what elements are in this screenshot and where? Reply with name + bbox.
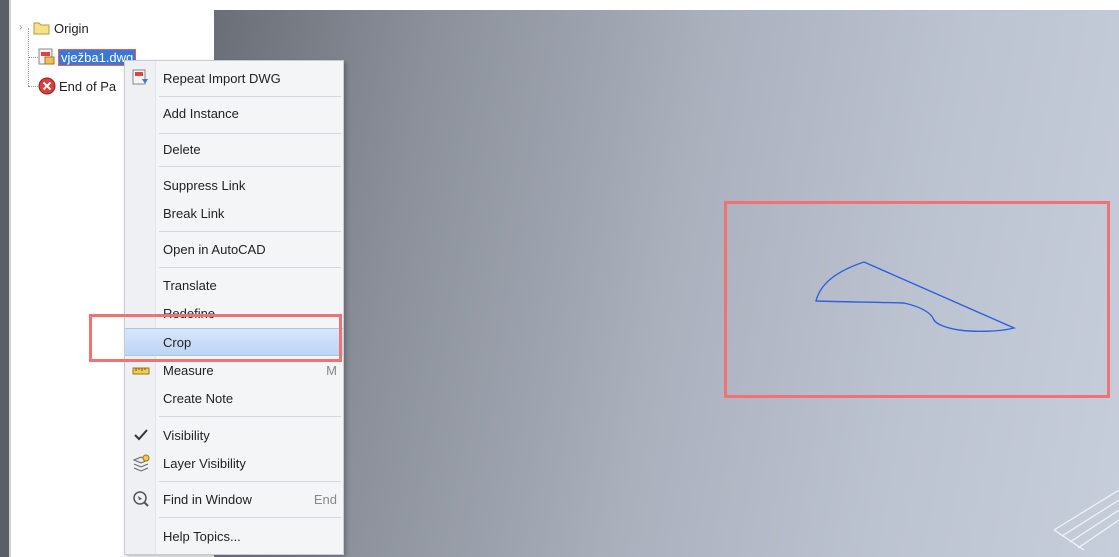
menu-item-label: Translate [163, 277, 217, 293]
menu-item-measure[interactable]: Measure M [125, 357, 343, 383]
menu-item-redefine[interactable]: Redefine [125, 300, 343, 326]
menu-item-shortcut: End [313, 491, 337, 507]
tree-item-origin[interactable]: › Origin [11, 18, 89, 38]
tree-item-label: Origin [54, 20, 89, 36]
menu-item-label: Redefine [163, 305, 216, 321]
menu-separator [159, 96, 341, 97]
menu-item-label: Visibility [163, 427, 210, 443]
graphics-viewport[interactable] [214, 10, 1119, 557]
end-of-part-icon [38, 77, 56, 95]
checkmark-icon [132, 426, 150, 444]
menu-item-label: Suppress Link [163, 177, 246, 193]
viewport-top-border [214, 0, 1119, 10]
menu-item-create-note[interactable]: Create Note [125, 385, 343, 411]
menu-separator [159, 416, 341, 417]
tree-item-end-of-part[interactable]: End of Pa [38, 76, 116, 96]
imported-sketch-profile [815, 261, 1017, 333]
menu-item-label: Layer Visibility [163, 455, 246, 471]
menu-item-label: Delete [163, 141, 201, 157]
menu-item-suppress-link[interactable]: Suppress Link [125, 172, 343, 198]
left-edge-bar [0, 0, 9, 557]
menu-item-label: Repeat Import DWG [163, 70, 281, 86]
menu-item-translate[interactable]: Translate [125, 272, 343, 298]
menu-item-open-in-autocad[interactable]: Open in AutoCAD [125, 236, 343, 262]
menu-item-label: Find in Window [163, 491, 252, 507]
menu-item-delete[interactable]: Delete [125, 136, 343, 162]
menu-item-add-instance[interactable]: Add Instance [125, 100, 343, 126]
sketch-canvas [815, 261, 1119, 551]
menu-item-break-link[interactable]: Break Link [125, 200, 343, 226]
tree-item-dwg[interactable]: vježba1.dwg [38, 47, 137, 67]
tree-item-label: End of Pa [59, 78, 117, 94]
menu-item-label: Break Link [163, 205, 225, 221]
context-menu: Repeat Import DWG Add Instance Delete Su… [124, 60, 344, 555]
menu-item-find-in-window[interactable]: Find in Window End [125, 486, 343, 512]
menu-item-label: Add Instance [163, 105, 239, 121]
menu-item-visibility[interactable]: Visibility [125, 422, 343, 448]
menu-separator [159, 166, 341, 167]
menu-item-label: Measure [163, 362, 214, 378]
import-dwg-icon [132, 69, 150, 87]
menu-separator [159, 133, 341, 134]
menu-item-help-topics[interactable]: Help Topics... [125, 523, 343, 549]
menu-item-label: Open in AutoCAD [163, 241, 266, 257]
menu-separator [159, 267, 341, 268]
expand-arrow-icon[interactable]: › [19, 23, 29, 33]
menu-item-label: Help Topics... [163, 528, 241, 544]
tree-connector [28, 57, 38, 58]
folder-icon [33, 21, 50, 35]
dwg-file-icon [38, 48, 56, 66]
menu-item-repeat-import-dwg[interactable]: Repeat Import DWG [125, 65, 343, 91]
menu-separator [159, 231, 341, 232]
ruler-icon [132, 361, 150, 379]
menu-item-label: Create Note [163, 390, 234, 406]
menu-item-label: Crop [163, 334, 192, 350]
tree-connector [28, 86, 38, 87]
layers-icon [132, 454, 150, 472]
menu-item-layer-visibility[interactable]: Layer Visibility [125, 450, 343, 476]
menu-separator [159, 517, 341, 518]
menu-item-shortcut: M [326, 362, 337, 378]
menu-separator [159, 481, 341, 482]
menu-item-crop[interactable]: Crop [125, 328, 343, 356]
find-magnifier-icon [132, 490, 150, 508]
workplane-corner-indicator [1053, 489, 1119, 551]
